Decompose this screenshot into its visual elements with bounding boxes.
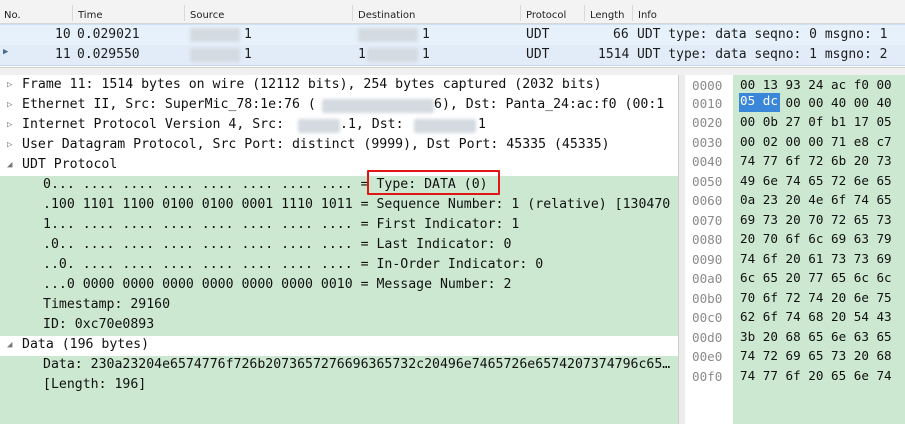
- details-empty-area: [0, 396, 678, 424]
- hex-row[interactable]: 0030 00 02 00 00 71 e8 c7: [685, 133, 905, 153]
- hex-row[interactable]: 00d0 3b 20 68 65 6e 63 65: [685, 328, 905, 348]
- expand-arrow-icon[interactable]: ▷: [7, 120, 12, 130]
- packet-destination: 1: [422, 47, 430, 62]
- hex-dump-pane[interactable]: 0000 00 13 93 24 ac f0 00 0010 00 00 40 0…: [685, 75, 905, 424]
- redacted-src-ip: [298, 119, 340, 133]
- selected-row-arrow-icon: ▶: [3, 47, 9, 57]
- redacted-source: [190, 48, 240, 62]
- collapse-arrow-icon[interactable]: ◢: [7, 340, 12, 350]
- packet-details-tree[interactable]: ▷ Frame 11: 1514 bytes on wire (12112 bi…: [0, 75, 678, 424]
- hex-row[interactable]: 0010 00 00 40 00 40: [685, 94, 905, 114]
- expand-arrow-icon[interactable]: ▷: [7, 140, 12, 150]
- expand-arrow-icon[interactable]: ▷: [7, 80, 12, 90]
- hex-selected-bytes[interactable]: 05 dc: [739, 93, 780, 112]
- tree-item-ip[interactable]: ▷ Internet Protocol Version 4, Src: .1, …: [0, 116, 678, 136]
- redacted-mac: [322, 99, 434, 113]
- column-header-info[interactable]: Info: [638, 10, 657, 21]
- column-header-protocol[interactable]: Protocol: [526, 10, 566, 21]
- packet-no: 11: [55, 47, 71, 62]
- packet-row-selected[interactable]: ▶ 11 0.029550 1 1 1 UDT 1514 UDT type: d…: [0, 45, 905, 66]
- hex-row[interactable]: 0070 69 73 20 70 72 65 73: [685, 211, 905, 231]
- column-header-time[interactable]: Time: [78, 10, 102, 21]
- packet-length: 66: [613, 27, 629, 42]
- tree-item-udt[interactable]: ◢ UDT Protocol: [0, 156, 678, 176]
- packet-protocol: UDT: [526, 27, 550, 42]
- packet-list[interactable]: No. Time Source Destination Protocol Len…: [0, 0, 905, 66]
- data-field-length[interactable]: [Length: 196]: [0, 376, 678, 396]
- redacted-dst-ip: [414, 119, 476, 133]
- packet-protocol: UDT: [526, 47, 550, 62]
- udt-field-first-indicator[interactable]: 1... .... .... .... .... .... .... .... …: [0, 216, 678, 236]
- udt-field-inorder-indicator[interactable]: ..0. .... .... .... .... .... .... .... …: [0, 256, 678, 276]
- udt-field-timestamp[interactable]: Timestamp: 29160: [0, 296, 678, 316]
- hex-row[interactable]: 0020 00 0b 27 0f b1 17 05: [685, 113, 905, 133]
- packet-source: 1: [244, 47, 252, 62]
- data-field-value[interactable]: Data: 230a23204e6574776f726b207365727669…: [0, 356, 678, 376]
- redacted-destination: [358, 28, 418, 42]
- hex-row[interactable]: 0050 49 6e 74 65 72 6e 65: [685, 172, 905, 192]
- packet-no: 10: [55, 27, 71, 42]
- packet-length: 1514: [598, 47, 630, 62]
- column-header-destination[interactable]: Destination: [358, 10, 415, 21]
- packet-destination: 1: [422, 27, 430, 42]
- redacted-source: [190, 28, 240, 42]
- udt-field-type[interactable]: 0... .... .... .... .... .... .... .... …: [0, 176, 678, 196]
- column-header-source[interactable]: Source: [190, 10, 224, 21]
- udt-field-sequence[interactable]: .100 1101 1100 0100 0100 0001 1110 1011 …: [0, 196, 678, 216]
- tree-item-data[interactable]: ◢ Data (196 bytes): [0, 336, 678, 356]
- hex-row[interactable]: 0060 0a 23 20 4e 6f 74 65: [685, 191, 905, 211]
- hex-row[interactable]: 0000 00 13 93 24 ac f0 00: [685, 76, 905, 96]
- tree-item-udp[interactable]: ▷ User Datagram Protocol, Src Port: dist…: [0, 136, 678, 156]
- expand-arrow-icon[interactable]: ▷: [7, 100, 12, 110]
- redacted-destination: [367, 48, 418, 62]
- hex-row[interactable]: 00b0 70 6f 72 74 20 6e 75: [685, 289, 905, 309]
- udt-field-id[interactable]: ID: 0xc70e0893: [0, 316, 678, 336]
- udt-field-message-number[interactable]: ...0 0000 0000 0000 0000 0000 0000 0010 …: [0, 276, 678, 296]
- collapse-arrow-icon[interactable]: ◢: [7, 160, 12, 170]
- packet-time: 0.029021: [77, 27, 140, 42]
- column-header-length[interactable]: Length: [590, 10, 625, 21]
- hex-row[interactable]: 00f0 74 77 6f 20 65 6e 74: [685, 367, 905, 387]
- hex-row[interactable]: 00c0 62 6f 74 68 20 54 43: [685, 308, 905, 328]
- packet-info: UDT type: data seqno: 1 msgno: 2: [637, 47, 888, 62]
- packet-source: 1: [244, 27, 252, 42]
- column-header-no[interactable]: No.: [4, 10, 21, 21]
- hex-row[interactable]: 0090 74 6f 20 61 73 73 69: [685, 250, 905, 270]
- hex-row[interactable]: 0080 20 70 6f 6c 69 63 79: [685, 230, 905, 250]
- udt-field-last-indicator[interactable]: .0.. .... .... .... .... .... .... .... …: [0, 236, 678, 256]
- packet-list-header: No. Time Source Destination Protocol Len…: [0, 0, 905, 24]
- hex-row[interactable]: 0040 74 77 6f 72 6b 20 73: [685, 152, 905, 172]
- tree-item-frame[interactable]: ▷ Frame 11: 1514 bytes on wire (12112 bi…: [0, 76, 678, 96]
- hex-row[interactable]: 00a0 6c 65 20 77 65 6c 6c: [685, 269, 905, 289]
- packet-destination-prefix: 1: [358, 47, 366, 62]
- annotation-highlight-box: [367, 170, 500, 195]
- packet-time: 0.029550: [77, 47, 140, 62]
- packet-row[interactable]: 10 0.029021 1 1 UDT 66 UDT type: data se…: [0, 24, 905, 46]
- hex-row[interactable]: 00e0 74 72 69 65 73 20 68: [685, 347, 905, 367]
- tree-item-ethernet[interactable]: ▷ Ethernet II, Src: SuperMic_78:1e:76 ( …: [0, 96, 678, 116]
- packet-info: UDT type: data seqno: 0 msgno: 1: [637, 27, 888, 42]
